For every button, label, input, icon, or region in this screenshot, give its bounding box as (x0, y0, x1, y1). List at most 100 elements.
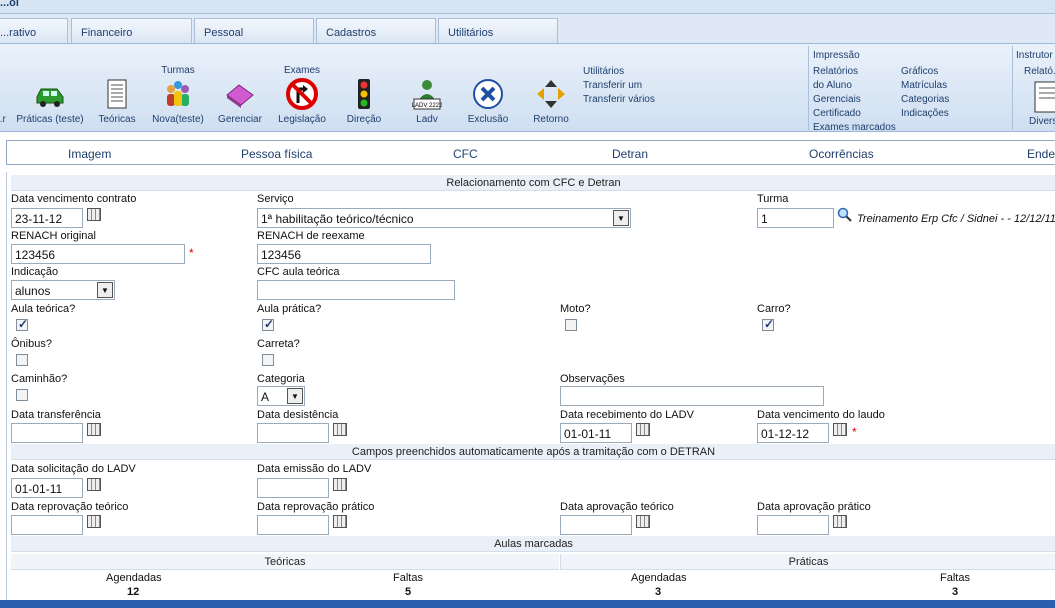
traffic-light-icon (358, 79, 370, 109)
onibus-checkbox[interactable] (16, 354, 28, 366)
transferir-um-link[interactable]: Transferir um (583, 80, 642, 91)
do-aluno-link[interactable]: do Aluno (813, 80, 852, 91)
ribbon-partial-button[interactable]: ...r (0, 44, 10, 132)
data-emissao-ladv-input[interactable] (257, 478, 329, 498)
direcao-button[interactable]: Direção (340, 44, 388, 132)
teoricas-agendadas-label: Agendadas (106, 572, 162, 584)
matriculas-link[interactable]: Matrículas (901, 80, 947, 91)
tab-administrativo[interactable]: ...rativo (0, 18, 68, 43)
tab-utilitarios[interactable]: Utilitários (438, 18, 558, 43)
ribbon-label: Práticas (teste) (16, 114, 84, 125)
dropdown-arrow-icon[interactable]: ▼ (97, 282, 113, 298)
calendar-icon[interactable] (636, 515, 650, 528)
utilitarios-group-label: Utilitários (583, 66, 625, 77)
instrutor-title: Instrutor (1016, 50, 1053, 61)
praticas-header: Práticas (560, 554, 1055, 570)
aula-teorica-checkbox[interactable] (16, 317, 28, 331)
tab-cadastros[interactable]: Cadastros (316, 18, 436, 43)
legislacao-button[interactable]: Exames Legislação (272, 44, 332, 132)
observacoes-input[interactable] (560, 386, 824, 406)
data-aprovacao-pratico-input[interactable] (757, 515, 829, 535)
indicacao-select[interactable]: alunos ▼ (11, 280, 115, 300)
calendar-icon[interactable] (333, 515, 347, 528)
calendar-icon[interactable] (87, 423, 101, 436)
exclusao-button[interactable]: Exclusão (462, 44, 514, 132)
data-desistencia-label: Data desistência (257, 409, 339, 421)
ribbon-label: Nova(teste) (152, 114, 204, 125)
renach-reexame-input[interactable]: 123456 (257, 244, 431, 264)
exames-group-label: Exames (283, 65, 321, 76)
instrutor-diversos-link[interactable]: Divers... (1029, 116, 1055, 127)
impressao-title: Impressão (813, 50, 860, 61)
ladv-button[interactable]: LADV 2222 Ladv (404, 44, 450, 132)
data-recebimento-ladv-input[interactable]: 01-01-11 (560, 423, 632, 443)
nav-ocorrencias[interactable]: Ocorrências (809, 147, 874, 161)
gerenciais-link[interactable]: Gerenciais (813, 94, 861, 105)
data-solicitacao-ladv-input[interactable]: 01-01-11 (11, 478, 83, 498)
data-vencimento-contrato-label: Data vencimento contrato (11, 193, 137, 205)
categoria-select[interactable]: A ▼ (257, 386, 305, 406)
data-desistencia-input[interactable] (257, 423, 329, 443)
required-marker: * (189, 246, 194, 260)
exames-marcados-link[interactable]: Exames marcados (813, 122, 896, 130)
retorno-button[interactable]: Retorno (526, 44, 576, 132)
data-reprovacao-teorico-input[interactable] (11, 515, 83, 535)
calendar-icon[interactable] (87, 208, 101, 221)
nav-endereco[interactable]: Ende... (1027, 147, 1055, 161)
caminhao-checkbox[interactable] (16, 389, 28, 401)
teoricas-button[interactable]: Teóricas (94, 44, 140, 132)
indicacao-label: Indicação (11, 266, 59, 278)
data-aprovacao-teorico-input[interactable] (560, 515, 632, 535)
calendar-icon[interactable] (87, 478, 101, 491)
data-vencimento-contrato-input[interactable]: 23-11-12 (11, 208, 83, 228)
servico-value: 1ª habilitação teórico/técnico (261, 212, 414, 226)
search-icon[interactable] (837, 207, 853, 223)
instrutor-relatorio-link[interactable]: Relató... (1024, 66, 1055, 77)
aula-pratica-checkbox[interactable] (262, 317, 274, 331)
data-reprovacao-pratico-input[interactable] (257, 515, 329, 535)
nav-pessoa-fisica[interactable]: Pessoa física (241, 147, 312, 161)
cfc-aula-teorica-input[interactable] (257, 280, 455, 300)
renach-original-input[interactable]: 123456 (11, 244, 185, 264)
servico-select[interactable]: 1ª habilitação teórico/técnico ▼ (257, 208, 631, 228)
onibus-label: Ônibus? (11, 338, 52, 350)
nav-detran[interactable]: Detran (612, 147, 648, 161)
carreta-checkbox[interactable] (262, 354, 274, 366)
turma-input[interactable]: 1 (757, 208, 834, 228)
calendar-icon[interactable] (833, 423, 847, 436)
app-title: ...ol (0, 0, 19, 9)
nav-imagem[interactable]: Imagem (68, 147, 111, 161)
categorias-link[interactable]: Categorias (901, 94, 949, 105)
data-emissao-ladv-label: Data emissão do LADV (257, 463, 372, 475)
praticas-agendadas-label: Agendadas (631, 572, 687, 584)
calendar-icon[interactable] (87, 515, 101, 528)
dropdown-arrow-icon[interactable]: ▼ (613, 210, 629, 226)
transferir-varios-link[interactable]: Transferir vários (583, 94, 655, 105)
data-vencimento-laudo-label: Data vencimento do laudo (757, 409, 885, 421)
gerenciar-button[interactable]: Gerenciar (214, 44, 266, 132)
calendar-icon[interactable] (833, 515, 847, 528)
relatorios-link[interactable]: Relatórios (813, 66, 858, 77)
teoricas-agendadas-value: 12 (127, 586, 140, 598)
cfc-aula-teorica-label: CFC aula teórica (257, 266, 340, 278)
moto-checkbox[interactable] (565, 319, 577, 331)
certificado-link[interactable]: Certificado (813, 108, 861, 119)
data-transferencia-input[interactable] (11, 423, 83, 443)
nova-teste-button[interactable]: Turmas Nova(teste) (148, 44, 208, 132)
tab-label: Financeiro (81, 27, 133, 39)
indicacoes-link[interactable]: Indicações (901, 108, 949, 119)
tab-pessoal[interactable]: Pessoal (194, 18, 314, 43)
carro-checkbox[interactable] (762, 317, 774, 331)
calendar-icon[interactable] (636, 423, 650, 436)
eraser-icon (226, 84, 254, 108)
calendar-icon[interactable] (333, 423, 347, 436)
dropdown-arrow-icon[interactable]: ▼ (287, 388, 303, 404)
tab-label: Pessoal (204, 27, 244, 39)
calendar-icon[interactable] (333, 478, 347, 491)
tab-financeiro[interactable]: Financeiro (71, 18, 192, 43)
data-vencimento-laudo-input[interactable]: 01-12-12 (757, 423, 829, 443)
ribbon-label: Retorno (533, 114, 569, 125)
nav-cfc[interactable]: CFC (453, 147, 478, 161)
praticas-teste-button[interactable]: Práticas (teste) (14, 44, 86, 132)
graficos-link[interactable]: Gráficos (901, 66, 938, 77)
